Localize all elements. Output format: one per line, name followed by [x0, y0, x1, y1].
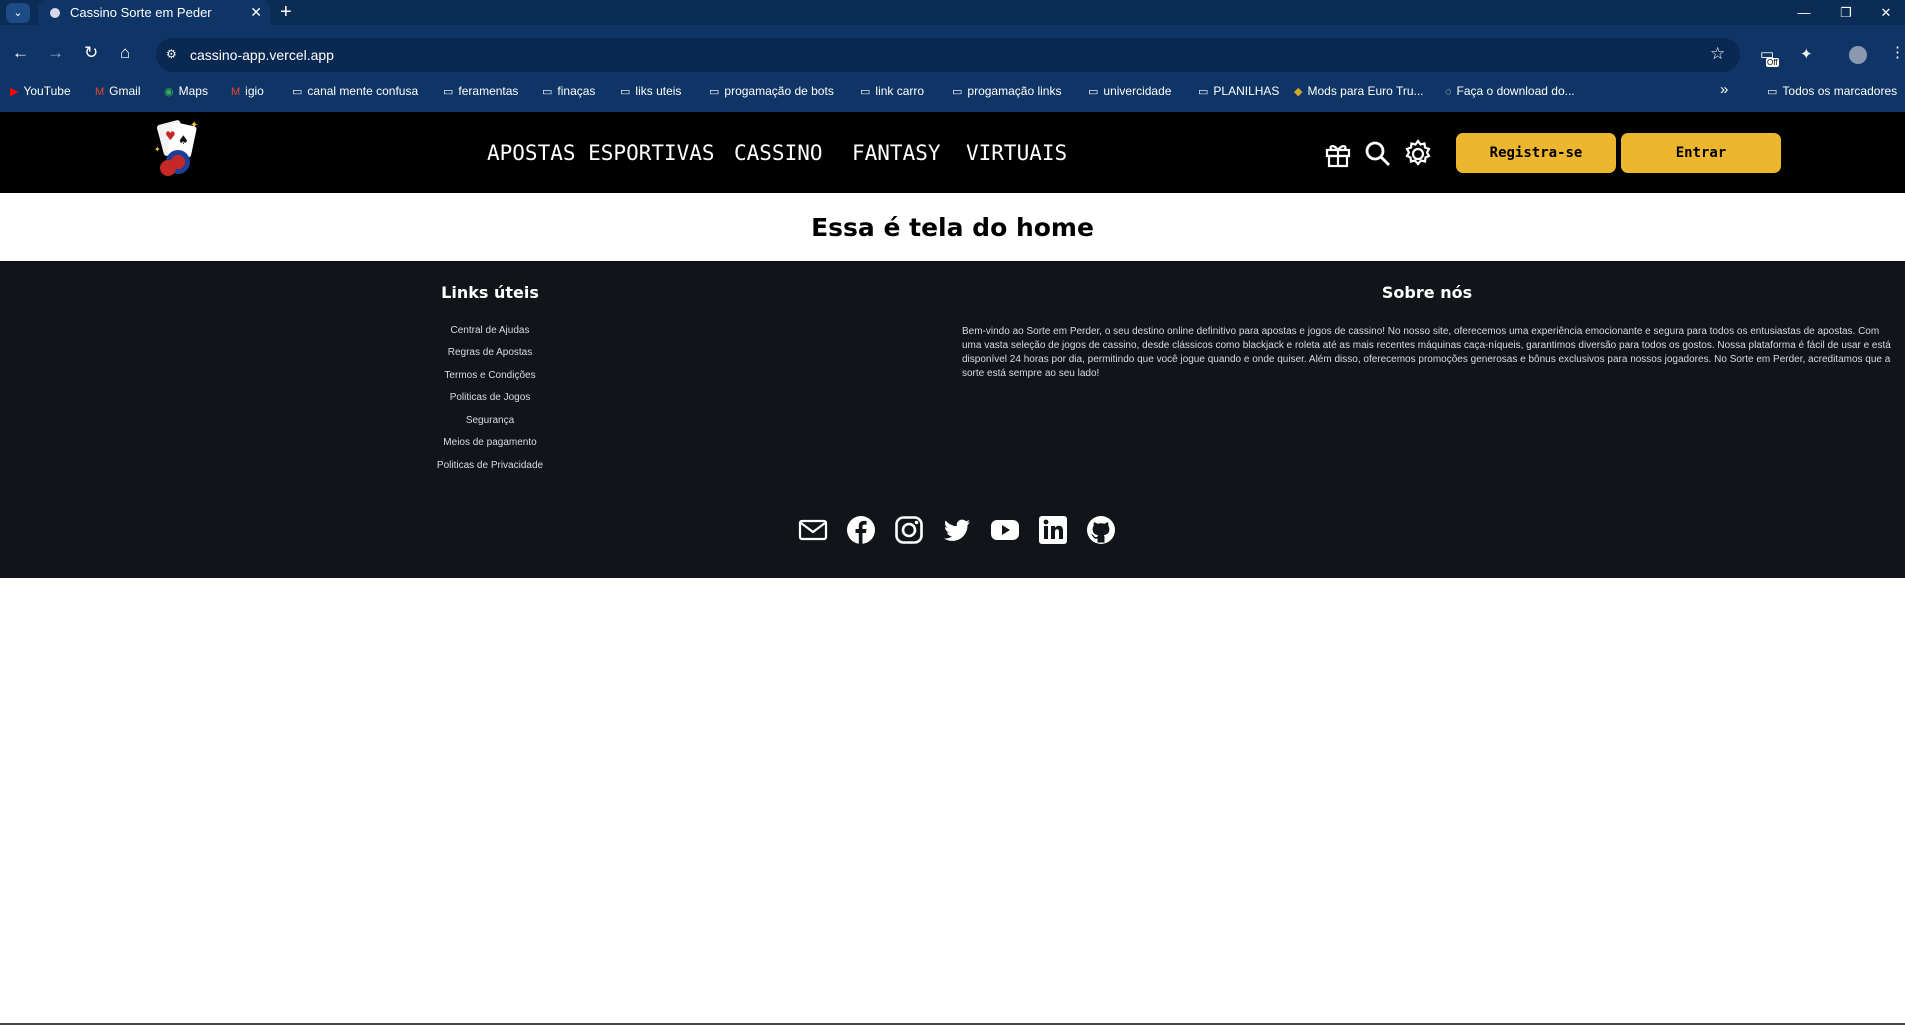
casino-logo[interactable]: ♥ ♠ ✦ ✦	[150, 118, 202, 180]
site-info-icon[interactable]: ⚙	[166, 47, 180, 61]
profile-avatar[interactable]	[1849, 46, 1867, 64]
bookmark-folder[interactable]: ▭ link carro	[860, 84, 924, 98]
favicon-icon	[50, 8, 60, 18]
bookmark-all[interactable]: ▭ Todos os marcadores	[1767, 84, 1897, 98]
gift-icon[interactable]	[1322, 138, 1354, 170]
tab-title: Cassino Sorte em Peder	[70, 5, 212, 20]
instagram-icon[interactable]	[894, 515, 924, 545]
folder-icon: ▭	[709, 86, 720, 98]
bookmark-folder[interactable]: ▭ PLANILHAS	[1198, 84, 1279, 98]
puzzle-icon[interactable]: ✦	[1800, 45, 1813, 63]
nav-fantasy[interactable]: FANTASY	[852, 141, 941, 165]
folder-icon: ▭	[1198, 86, 1209, 98]
page-title: Essa é tela do home	[811, 213, 1094, 242]
url-text[interactable]: cassino-app.vercel.app	[190, 47, 334, 63]
browser-menu-icon[interactable]: ⋮	[1890, 43, 1905, 61]
svg-text:✦: ✦	[154, 145, 161, 154]
gmail-icon: M	[95, 86, 105, 98]
register-button[interactable]: Registra-se	[1456, 133, 1616, 173]
folder-icon: ▭	[952, 86, 963, 98]
gear-icon[interactable]	[1402, 138, 1434, 170]
site-header	[0, 112, 1905, 193]
youtube-icon: ▶	[10, 86, 19, 98]
restore-button[interactable]: ❐	[1826, 0, 1866, 25]
twitter-icon[interactable]	[942, 515, 972, 545]
svg-text:✦: ✦	[190, 120, 198, 131]
reload-icon[interactable]: ↻	[84, 43, 98, 63]
folder-icon: ▭	[860, 86, 871, 98]
links-heading: Links úteis	[441, 283, 539, 302]
folder-icon: ▭	[542, 86, 553, 98]
forward-icon[interactable]: →	[47, 43, 64, 63]
globe-icon: ◌	[1445, 86, 1452, 98]
footer-link-termos[interactable]: Termos e Condições	[380, 370, 600, 381]
folder-icon: ▭	[443, 86, 454, 98]
footer-link-central-ajudas[interactable]: Central de Ajudas	[380, 325, 600, 336]
footer-link-politicas-jogos[interactable]: Politicas de Jogos	[380, 392, 600, 403]
footer-link-seguranca[interactable]: Segurança	[380, 415, 600, 426]
bookmark-folder[interactable]: ▭ progamação links	[952, 84, 1061, 98]
folder-icon: ▭	[620, 86, 631, 98]
bookmark-folder[interactable]: ▭ progamação de bots	[709, 84, 834, 98]
bookmark-folder[interactable]: ▭ canal mente confusa	[292, 84, 418, 98]
email-icon[interactable]	[798, 515, 828, 545]
nav-virtuais[interactable]: VIRTUAIS	[966, 141, 1067, 165]
close-window-button[interactable]: ✕	[1866, 0, 1905, 25]
bookmark-gmail[interactable]: M Gmail	[95, 84, 141, 98]
bookmark-mods[interactable]: ◆ Mods para Euro Tru...	[1294, 84, 1424, 98]
footer-link-regras-apostas[interactable]: Regras de Apostas	[380, 347, 600, 358]
truck-icon: ◆	[1294, 86, 1303, 98]
tab-search-chevron-icon[interactable]: ⌄	[6, 3, 30, 23]
tab-close-icon[interactable]: ✕	[250, 0, 262, 25]
address-bar[interactable]	[156, 38, 1740, 72]
footer-link-meios-pagamento[interactable]: Meios de pagamento	[380, 437, 600, 448]
nav-cassino[interactable]: CASSINO	[734, 141, 823, 165]
minimize-button[interactable]: —	[1784, 0, 1824, 25]
footer-link-privacidade[interactable]: Politicas de Privacidade	[380, 460, 600, 471]
bookmark-igio[interactable]: Migio	[231, 84, 264, 98]
folder-icon: ▭	[1767, 86, 1778, 98]
bookmark-folder[interactable]: ▭ univercidade	[1088, 84, 1171, 98]
nav-apostas-esportivas[interactable]: APOSTAS ESPORTIVAS	[487, 141, 715, 165]
more-bookmarks-icon[interactable]: »	[1720, 81, 1728, 98]
bookmark-folder[interactable]: ▭ feramentas	[443, 84, 518, 98]
bookmark-folder[interactable]: ▭ liks uteis	[620, 84, 681, 98]
linkedin-icon[interactable]	[1038, 515, 1068, 545]
search-icon[interactable]	[1362, 138, 1394, 170]
folder-icon: ▭	[292, 86, 303, 98]
svg-text:♠: ♠	[178, 133, 189, 147]
new-tab-button[interactable]: +	[280, 0, 292, 24]
bookmark-youtube[interactable]: ▶ YouTube	[10, 84, 71, 98]
bookmark-star-icon[interactable]: ☆	[1710, 44, 1725, 64]
folder-icon: ▭	[1088, 86, 1099, 98]
maps-icon: ◉	[164, 86, 174, 98]
svg-text:♥: ♥	[165, 129, 176, 143]
facebook-icon[interactable]	[846, 515, 876, 545]
about-text: Bem-vindo ao Sorte em Perder, o seu dest…	[962, 326, 1891, 379]
bookmark-maps[interactable]: ◉ Maps	[164, 84, 208, 98]
github-icon[interactable]	[1086, 515, 1116, 545]
back-icon[interactable]: ←	[12, 43, 29, 63]
bookmark-download[interactable]: ◌ Faça o download do...	[1445, 84, 1575, 98]
youtube-icon[interactable]	[990, 515, 1020, 545]
login-button[interactable]: Entrar	[1621, 133, 1781, 173]
about-heading: Sobre nós	[1381, 283, 1473, 302]
extension-badge: Off	[1766, 58, 1779, 67]
tab-active[interactable]: Cassino Sorte em Peder ✕	[38, 0, 270, 25]
gmail-icon: M	[231, 86, 241, 98]
home-icon[interactable]: ⌂	[120, 43, 130, 63]
bookmark-folder[interactable]: ▭ finaças	[542, 84, 595, 98]
